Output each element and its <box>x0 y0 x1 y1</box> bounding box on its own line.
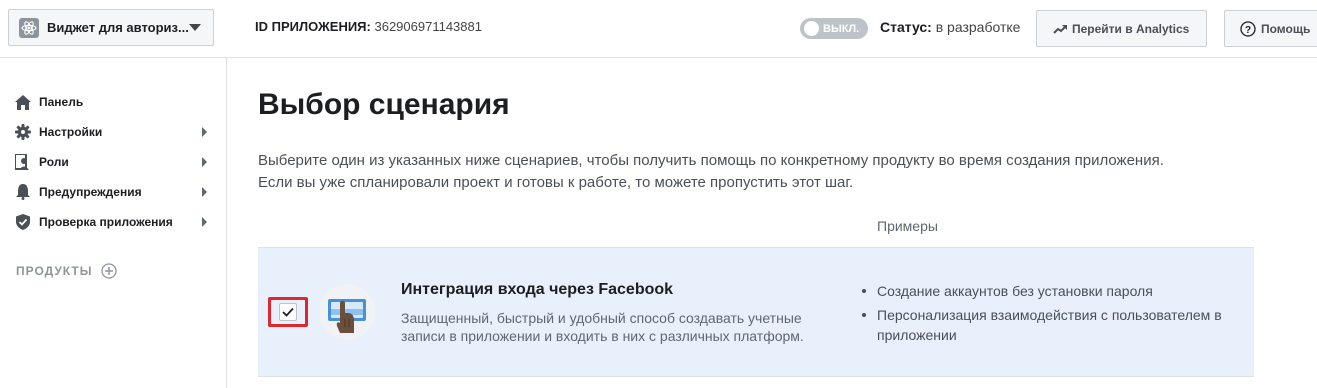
scenario-card-facebook-login[interactable]: Интеграция входа через Facebook Защищенн… <box>258 247 1254 377</box>
intro-line-2: Если вы уже спланировали проект и готовы… <box>258 174 854 191</box>
question-circle-icon: ? <box>1240 20 1256 37</box>
react-icon <box>19 17 39 38</box>
trend-up-icon <box>1053 24 1067 34</box>
list-item: Создание аккаунтов без установки пароля <box>858 281 1248 301</box>
sidebar-item-label: Панель <box>39 95 84 109</box>
help-button[interactable]: ? Помощь <box>1224 10 1317 47</box>
help-button-label: Помощь <box>1261 21 1311 36</box>
app-status: Статус: в разработке <box>880 19 1020 35</box>
page-title: Выбор сценария <box>258 88 510 121</box>
highlight-box <box>268 297 308 327</box>
home-icon <box>15 94 31 110</box>
scenario-title: Интеграция входа через Facebook <box>401 281 674 298</box>
add-product-icon[interactable] <box>100 263 117 279</box>
scenario-examples-list: Создание аккаунтов без установки пароля … <box>858 281 1248 349</box>
toggle-knob <box>804 21 819 36</box>
app-id: ID ПРИЛОЖЕНИЯ: 362906971143881 <box>255 19 482 34</box>
top-bar: Виджет для авториз... ID ПРИЛОЖЕНИЯ: 362… <box>0 0 1317 58</box>
app-id-value: 362906971143881 <box>374 19 482 34</box>
chevron-right-icon <box>202 127 207 137</box>
bell-icon <box>15 184 31 200</box>
app-mode-toggle[interactable]: ВЫКЛ. <box>800 18 868 39</box>
chevron-right-icon <box>202 187 207 197</box>
sidebar-item-alerts[interactable]: Предупреждения <box>15 181 207 203</box>
svg-text:?: ? <box>1245 25 1251 36</box>
app-id-label: ID ПРИЛОЖЕНИЯ: <box>255 19 371 34</box>
app-selector-dropdown[interactable]: Виджет для авториз... <box>8 9 214 46</box>
chevron-right-icon <box>202 157 207 167</box>
go-to-analytics-button[interactable]: Перейти в Analytics <box>1036 10 1207 47</box>
sidebar-item-app-review[interactable]: Проверка приложения <box>15 211 207 233</box>
shield-icon <box>15 214 31 230</box>
intro-line-1: Выберите один из указанных ниже сценарие… <box>258 152 1164 169</box>
facebook-login-illustration-icon <box>319 284 375 340</box>
scenario-checkbox[interactable] <box>279 303 297 321</box>
sidebar-item-dashboard[interactable]: Панель <box>15 91 207 113</box>
sidebar-item-label: Настройки <box>39 125 103 139</box>
sidebar-item-label: Роли <box>39 155 69 169</box>
sidebar: Панель Настройки Роли Предупреждения Про… <box>0 58 227 388</box>
sidebar-item-label: Проверка приложения <box>39 215 173 229</box>
status-label: Статус: <box>880 19 932 35</box>
scenario-description: Защищенный, быстрый и удобный способ соз… <box>401 310 804 344</box>
app-selector-label: Виджет для авториз... <box>47 20 189 35</box>
products-label: ПРОДУКТЫ <box>16 264 93 278</box>
checkmark-icon <box>282 307 294 317</box>
roles-icon <box>15 154 31 170</box>
chevron-down-icon <box>189 24 201 31</box>
list-item: Персонализация взаимодействия с пользова… <box>858 305 1248 345</box>
products-section: ПРОДУКТЫ <box>16 263 117 279</box>
gear-icon <box>15 124 31 140</box>
sidebar-item-roles[interactable]: Роли <box>15 151 207 173</box>
toggle-label: ВЫКЛ. <box>823 22 860 35</box>
chevron-right-icon <box>202 217 207 227</box>
analytics-button-label: Перейти в Analytics <box>1072 21 1190 36</box>
status-value: в разработке <box>935 19 1021 35</box>
sidebar-item-label: Предупреждения <box>39 185 142 199</box>
intro-text: Выберите один из указанных ниже сценарие… <box>258 150 1258 194</box>
examples-header: Примеры <box>877 218 938 234</box>
sidebar-item-settings[interactable]: Настройки <box>15 121 207 143</box>
